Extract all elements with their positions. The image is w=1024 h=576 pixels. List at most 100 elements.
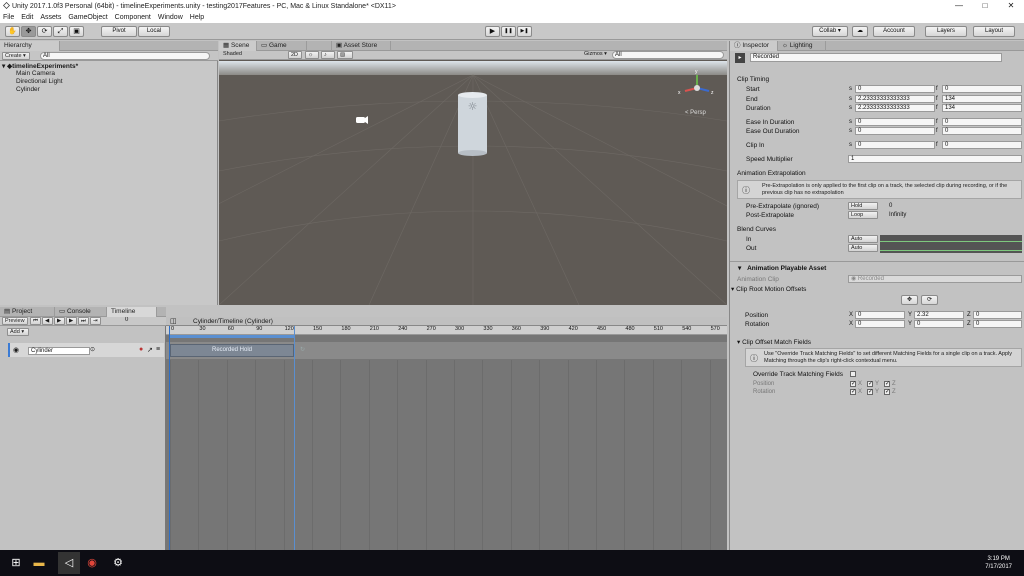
ease-out-seconds-field[interactable]: 0 xyxy=(855,127,935,135)
position-x-field[interactable]: 0 xyxy=(855,311,905,319)
end-frames-field[interactable]: 134 xyxy=(942,95,1022,103)
recorded-clip[interactable]: Recorded Hold xyxy=(170,344,294,357)
position-z-field[interactable]: 0 xyxy=(973,311,1022,319)
create-dropdown[interactable]: Create ▾ xyxy=(2,52,30,60)
menu-edit[interactable]: Edit xyxy=(21,14,33,21)
tab-scene[interactable]: ▦ Scene xyxy=(219,41,257,51)
next-frame-button[interactable]: ▶ xyxy=(66,317,77,325)
close-button[interactable]: ✕ xyxy=(998,0,1024,12)
play-timeline-button[interactable]: ▶ xyxy=(54,317,65,325)
rotate-gizmo-button[interactable]: ⟳ xyxy=(921,295,938,305)
match-rotation-z-checkbox[interactable]: ✓ xyxy=(884,389,890,395)
lighting-toggle-icon[interactable]: ☼ xyxy=(305,51,319,59)
rect-tool-icon[interactable]: ▣ xyxy=(69,26,84,37)
tab-lighting[interactable]: ☼ Lighting xyxy=(778,41,826,51)
range-end-marker[interactable] xyxy=(294,326,295,550)
scene-search-input[interactable]: All xyxy=(612,51,724,59)
account-dropdown[interactable]: Account xyxy=(873,26,915,37)
clip-in-frames-field[interactable]: 0 xyxy=(942,141,1022,149)
match-fields-header[interactable]: ▾ Clip Offset Match Fields xyxy=(737,338,811,346)
unity-taskbar-icon[interactable]: ◁ xyxy=(58,552,80,574)
scene-view[interactable]: ▦ Scene ▭ Game ▣ Asset Store Shaded 2D ☼… xyxy=(219,41,727,305)
scale-tool-icon[interactable]: ⤢ xyxy=(53,26,68,37)
menu-assets[interactable]: Assets xyxy=(40,14,61,21)
match-position-x-checkbox[interactable]: ✓ xyxy=(850,381,856,387)
ease-in-seconds-field[interactable]: 0 xyxy=(855,118,935,126)
tab-game[interactable]: ▭ Game xyxy=(257,41,307,51)
rotation-y-field[interactable]: 0 xyxy=(914,320,964,328)
effects-toggle-icon[interactable]: ▨ xyxy=(337,51,353,59)
settings-gear-icon[interactable]: ⚙ xyxy=(110,555,126,571)
layers-dropdown[interactable]: Layers xyxy=(925,26,967,37)
blend-in-dropdown[interactable]: Auto xyxy=(848,235,878,243)
chrome-icon[interactable]: ◉ xyxy=(84,555,100,571)
list-item[interactable]: Directional Light xyxy=(16,78,63,85)
shading-dropdown[interactable]: Shaded xyxy=(221,51,283,59)
file-explorer-icon[interactable]: ▬ xyxy=(31,555,47,571)
start-seconds-field[interactable]: 0 xyxy=(855,85,935,93)
play-button[interactable]: ▶ xyxy=(485,26,500,37)
2d-toggle[interactable]: 2D xyxy=(288,51,302,59)
goto-start-button[interactable]: ⏮ xyxy=(30,317,41,325)
hierarchy-search-input[interactable]: All xyxy=(40,52,210,60)
ease-out-frames-field[interactable]: 0 xyxy=(942,127,1022,135)
system-clock[interactable]: 3:19 PM 7/17/2017 xyxy=(985,555,1012,571)
match-position-z-checkbox[interactable]: ✓ xyxy=(884,381,890,387)
collab-dropdown[interactable]: Collab ▾ xyxy=(812,26,848,37)
menu-window[interactable]: Window xyxy=(158,14,183,21)
blend-in-curve[interactable] xyxy=(880,235,1022,244)
match-rotation-y-checkbox[interactable]: ✓ xyxy=(867,389,873,395)
tab-inspector[interactable]: ⓘ Inspector xyxy=(730,41,778,51)
tab-asset-store[interactable]: ▣ Asset Store xyxy=(331,41,391,51)
start-frames-field[interactable]: 0 xyxy=(942,85,1022,93)
cloud-icon[interactable]: ☁ xyxy=(852,26,868,37)
move-tool-icon[interactable]: ✥ xyxy=(21,26,36,37)
clip-in-seconds-field[interactable]: 0 xyxy=(855,141,935,149)
list-item[interactable]: Cylinder xyxy=(16,86,40,93)
record-icon[interactable]: ● xyxy=(139,346,143,353)
tab-project[interactable]: ▤ Project xyxy=(0,307,55,317)
override-matching-checkbox[interactable] xyxy=(850,371,856,377)
menu-help[interactable]: Help xyxy=(190,14,204,21)
match-position-y-checkbox[interactable]: ✓ xyxy=(867,381,873,387)
object-name-field[interactable]: Recorded xyxy=(750,53,1002,62)
duration-seconds-field[interactable]: 2.23333333333333 xyxy=(855,104,935,112)
menu-file[interactable]: File xyxy=(3,14,14,21)
ease-in-frames-field[interactable]: 0 xyxy=(942,118,1022,126)
prev-frame-button[interactable]: ◀ xyxy=(42,317,53,325)
timeline-area[interactable]: 0 30 60 90 120 150 180 210 240 270 300 330 360 390 420… xyxy=(166,326,727,550)
post-extrapolate-dropdown[interactable]: Loop xyxy=(848,211,878,219)
tab-timeline[interactable]: Timeline xyxy=(107,307,157,317)
hand-tool-icon[interactable]: ✋ xyxy=(5,26,20,37)
playable-asset-header[interactable]: ▾ Animation Playable Asset xyxy=(738,264,826,272)
scene-root-item[interactable]: ▾ ◆timelineExperiments* xyxy=(2,62,78,70)
preview-toggle[interactable]: Preview xyxy=(2,317,28,325)
current-frame-field[interactable]: 0 xyxy=(123,317,163,325)
end-seconds-field[interactable]: 2.23333333333333 xyxy=(855,95,935,103)
add-track-button[interactable]: Add ▾ xyxy=(7,328,29,336)
windows-start-icon[interactable]: ⊞ xyxy=(8,555,24,571)
speed-multiplier-field[interactable]: 1 xyxy=(848,155,1022,163)
menu-component[interactable]: Component xyxy=(115,14,151,21)
timeline-lock-icon[interactable]: ◫ xyxy=(170,317,177,325)
tab-console[interactable]: ▭ Console xyxy=(55,307,107,317)
move-gizmo-button[interactable]: ✥ xyxy=(901,295,918,305)
match-rotation-x-checkbox[interactable]: ✓ xyxy=(850,389,856,395)
blend-out-curve[interactable] xyxy=(880,244,1022,253)
audio-toggle-icon[interactable]: ♪ xyxy=(321,51,335,59)
duration-frames-field[interactable]: 134 xyxy=(942,104,1022,112)
list-item[interactable]: Main Camera xyxy=(16,70,55,77)
cylinder-object[interactable]: ☼ xyxy=(458,92,487,156)
breadcrumb[interactable]: Cylinder/Timeline (Cylinder) xyxy=(193,318,273,325)
pre-extrapolate-dropdown[interactable]: Hold xyxy=(848,202,878,210)
track-header-cylinder[interactable]: ◉ Cylinder ⊙ ● ↗ ≡ xyxy=(8,343,164,357)
local-toggle[interactable]: Local xyxy=(138,26,170,37)
tab-hierarchy[interactable]: Hierarchy xyxy=(0,41,60,51)
pivot-toggle[interactable]: Pivot xyxy=(101,26,137,37)
curves-icon[interactable]: ↗ xyxy=(147,346,153,354)
menu-gameobject[interactable]: GameObject xyxy=(68,14,107,21)
pause-button[interactable]: ❚❚ xyxy=(501,26,516,37)
minimize-button[interactable]: — xyxy=(946,0,972,12)
timeline-ruler[interactable]: 0 30 60 90 120 150 180 210 240 270 300 330 360 390 420… xyxy=(166,326,727,335)
camera-icon[interactable] xyxy=(356,116,368,124)
